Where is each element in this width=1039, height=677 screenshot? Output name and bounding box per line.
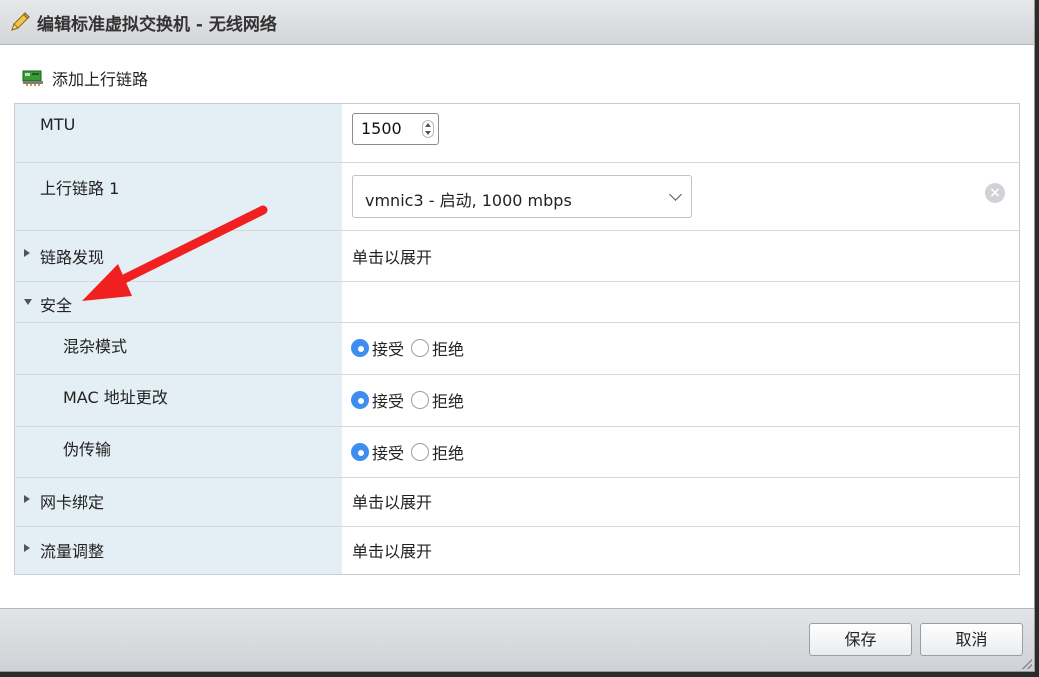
uplink1-select[interactable]: vmnic3 - 启动, 1000 mbps (352, 175, 692, 218)
accept-label: 接受 (372, 444, 405, 463)
promiscuous-mode-label: 混杂模式 (63, 337, 128, 356)
traffic-shaping-row[interactable]: 流量调整 单击以展开 (15, 527, 1019, 574)
expand-caret-icon[interactable] (24, 495, 30, 503)
forged-transmits-row: 伪传输 接受 拒绝 (15, 427, 1019, 478)
network-card-icon (22, 70, 43, 86)
dialog-title: 编辑标准虚拟交换机 - 无线网络 (37, 14, 277, 35)
pencil-icon (11, 12, 30, 31)
expand-caret-icon[interactable] (24, 544, 30, 552)
mtu-value: 1500 (361, 119, 402, 138)
collapse-caret-icon[interactable] (24, 299, 32, 305)
accept-label: 接受 (372, 340, 405, 359)
radio-selected-icon[interactable] (351, 443, 369, 461)
add-uplink-label: 添加上行链路 (52, 70, 149, 89)
link-discovery-label: 链路发现 (40, 248, 105, 267)
mac-address-change-label: MAC 地址更改 (63, 388, 168, 407)
reject-label: 拒绝 (432, 392, 465, 411)
mtu-row: MTU 1500 (15, 104, 1019, 163)
dialog-titlebar: 编辑标准虚拟交换机 - 无线网络 (0, 0, 1034, 45)
nic-teaming-row[interactable]: 网卡绑定 单击以展开 (15, 478, 1019, 527)
forged-transmits-radio-group: 接受 拒绝 (351, 440, 471, 464)
security-row[interactable]: 安全 (15, 282, 1019, 323)
forged-reject-option[interactable]: 拒绝 (411, 440, 464, 464)
mtu-stepper[interactable]: 1500 (352, 113, 439, 145)
chevron-down-icon (669, 188, 682, 201)
mac-address-change-row: MAC 地址更改 接受 拒绝 (15, 375, 1019, 427)
save-button[interactable]: 保存 (809, 623, 912, 656)
link-discovery-value[interactable]: 单击以展开 (352, 244, 432, 268)
promiscuous-mode-row: 混杂模式 接受 拒绝 (15, 323, 1019, 375)
radio-selected-icon[interactable] (351, 391, 369, 409)
forged-accept-option[interactable]: 接受 (351, 440, 404, 464)
promiscuous-reject-option[interactable]: 拒绝 (411, 336, 464, 360)
mac-change-accept-option[interactable]: 接受 (351, 388, 404, 412)
expand-caret-icon[interactable] (24, 249, 30, 257)
security-label: 安全 (40, 296, 73, 315)
nic-teaming-label: 网卡绑定 (40, 493, 105, 512)
link-discovery-row[interactable]: 链路发现 单击以展开 (15, 231, 1019, 282)
radio-unselected-icon[interactable] (411, 391, 430, 409)
settings-grid: MTU 1500 上行链路 1 vmnic3 - 启动, 1000 mbps ×… (14, 103, 1020, 575)
traffic-shaping-value[interactable]: 单击以展开 (352, 538, 432, 562)
uplink1-row: 上行链路 1 vmnic3 - 启动, 1000 mbps (15, 163, 1019, 231)
accept-label: 接受 (372, 392, 405, 411)
resize-grip-icon[interactable] (1022, 659, 1032, 669)
promiscuous-accept-option[interactable]: 接受 (351, 336, 404, 360)
dialog-footer: 保存 取消 (0, 608, 1034, 671)
reject-label: 拒绝 (432, 444, 465, 463)
uplink1-selected-value: vmnic3 - 启动, 1000 mbps (365, 191, 572, 210)
cancel-button[interactable]: 取消 (920, 623, 1023, 656)
radio-unselected-icon[interactable] (411, 443, 430, 461)
remove-uplink-icon[interactable]: × (985, 183, 1005, 203)
mac-change-radio-group: 接受 拒绝 (351, 388, 471, 412)
nic-teaming-value[interactable]: 单击以展开 (352, 489, 432, 513)
radio-unselected-icon[interactable] (411, 339, 430, 357)
mtu-spin-icon[interactable] (422, 120, 434, 138)
reject-label: 拒绝 (432, 340, 465, 359)
uplink1-label: 上行链路 1 (40, 179, 120, 198)
forged-transmits-label: 伪传输 (63, 440, 112, 459)
add-uplink-button[interactable]: 添加上行链路 (22, 66, 148, 90)
traffic-shaping-label: 流量调整 (40, 542, 105, 561)
edit-vswitch-dialog: 编辑标准虚拟交换机 - 无线网络 添加上行链路 MTU 1500 上行链路 1 (0, 0, 1035, 672)
radio-selected-icon[interactable] (351, 339, 369, 357)
promiscuous-mode-radio-group: 接受 拒绝 (351, 336, 471, 360)
mac-change-reject-option[interactable]: 拒绝 (411, 388, 464, 412)
mtu-label: MTU (40, 115, 76, 134)
